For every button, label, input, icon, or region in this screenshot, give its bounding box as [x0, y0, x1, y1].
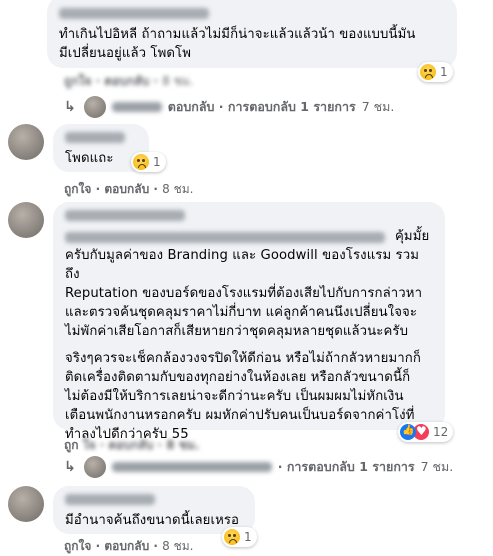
reply-link: ตอบกลับ — [104, 182, 150, 196]
comment-actions-2[interactable]: ถูกใจ · ตอบกลับ · 8 ชม. — [64, 180, 193, 199]
reply-avatar — [83, 456, 106, 478]
sad-reaction-icon — [133, 154, 149, 170]
comment-text-3-line1-end: คุ้มมั้ย — [395, 229, 430, 244]
comment-reaction-3[interactable]: 12 — [398, 422, 454, 442]
blurred-text — [65, 232, 385, 243]
comment-bubble-3: คุ้มมั้ย ครับกับมูลค่าของ Branding และ G… — [53, 202, 445, 442]
like-link: ถูกใจ — [64, 182, 92, 196]
comment-text-4: มีอำนาจค้นถึงขนาดนี้เลยเหรอ — [65, 513, 240, 528]
reply-arrow-icon: ↳ — [64, 459, 76, 475]
like-link: ถูกใจ — [64, 539, 92, 553]
comment-actions-4[interactable]: ถูกใจ · ตอบกลับ · 8 ชม. — [64, 537, 193, 556]
reply-name-blurred — [111, 102, 162, 112]
comment-text-3-para1: ครับกับมูลค่าของ Branding และ Goodwill ข… — [65, 248, 423, 339]
comment-text-2: โพดแถะ — [65, 151, 114, 166]
sad-reaction-icon — [224, 529, 240, 545]
avatar[interactable] — [8, 124, 44, 160]
avatar[interactable] — [8, 486, 44, 522]
reply-link: ตอบกลับ — [104, 539, 150, 553]
reply-avatar — [83, 96, 106, 118]
like-link: ถูก — [64, 438, 79, 452]
avatar[interactable] — [8, 202, 44, 238]
comment-text-3-para2: จริงๆควรจะเช็คกล้องวงจรปิดให้ดีก่อน หรือ… — [65, 351, 421, 442]
reply-summary-3[interactable]: ↳ · การตอบกลับ 1 รายการ 7 ชม. — [64, 456, 453, 478]
reply-arrow-icon: ↳ — [64, 99, 76, 115]
comment-bubble-4: มีอำนาจค้นถึงขนาดนี้เลยเหรอ — [53, 486, 255, 534]
comment-bubble-1: ทำเกินไปอิหลี ถ้าถามแล้วไม่มีก็น่าจะแล้ว… — [47, 0, 457, 68]
comment-actions-1[interactable]: ถูกใจ · ตอบกลับ · 8 ชม. — [64, 72, 193, 91]
sad-reaction-icon — [420, 64, 436, 80]
commenter-name-blurred[interactable] — [65, 494, 155, 505]
comment-actions-3[interactable]: ถูก ใจ · ตอบกลับ · 8 ชม. — [64, 436, 199, 455]
comment-text-1: ทำเกินไปอิหลี ถ้าถามแล้วไม่มีก็น่าจะแล้ว… — [59, 27, 416, 61]
reply-name-blurred — [111, 462, 272, 472]
like-reaction-icon — [400, 424, 416, 440]
reply-summary-1[interactable]: ↳ ตอบกลับ · การตอบกลับ 1 รายการ 7 ชม. — [64, 96, 394, 118]
comment-reaction-2[interactable]: 1 — [131, 152, 166, 172]
comment-reaction-4[interactable]: 1 — [222, 527, 257, 547]
comment-reaction-1[interactable]: 1 — [418, 62, 453, 82]
commenter-name-blurred[interactable] — [59, 8, 209, 19]
commenter-name-blurred[interactable] — [65, 132, 125, 143]
commenter-name-blurred[interactable] — [65, 210, 185, 221]
